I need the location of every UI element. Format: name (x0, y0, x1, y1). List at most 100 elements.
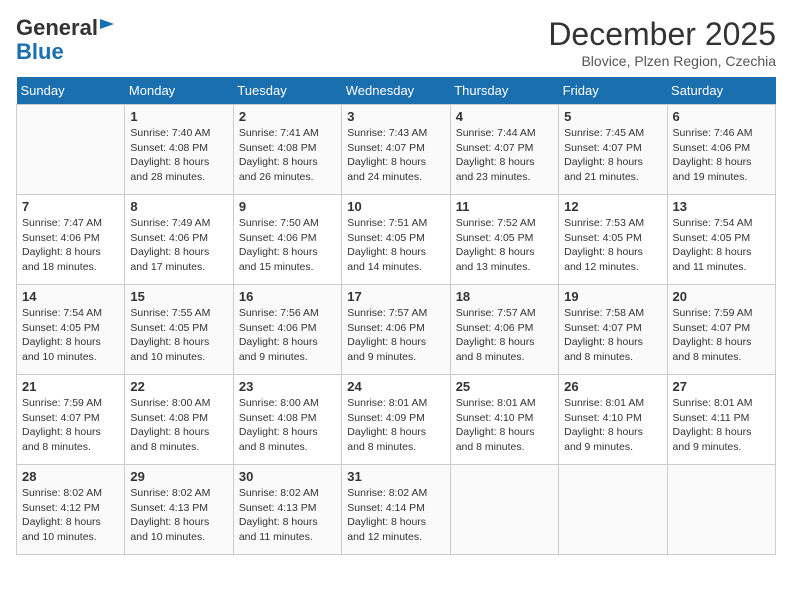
calendar-cell: 17 Sunrise: 7:57 AMSunset: 4:06 PMDayligh… (342, 285, 450, 375)
day-number: 14 (22, 289, 119, 304)
day-info: Sunrise: 8:00 AMSunset: 4:08 PMDaylight:… (130, 396, 227, 455)
day-number: 8 (130, 199, 227, 214)
day-number: 29 (130, 469, 227, 484)
calendar-cell: 12 Sunrise: 7:53 AMSunset: 4:05 PMDayligh… (559, 195, 667, 285)
title-section: December 2025 Blovice, Plzen Region, Cze… (548, 16, 776, 69)
weekday-header-monday: Monday (125, 77, 233, 105)
day-number: 7 (22, 199, 119, 214)
weekday-header-friday: Friday (559, 77, 667, 105)
calendar-cell: 3 Sunrise: 7:43 AMSunset: 4:07 PMDaylight… (342, 105, 450, 195)
week-row-1: 1Sunrise: 7:40 AMSunset: 4:08 PMDaylight… (17, 105, 776, 195)
day-info: Sunrise: 8:01 AMSunset: 4:10 PMDaylight:… (456, 396, 553, 455)
week-row-5: 28 Sunrise: 8:02 AMSunset: 4:12 PMDayligh… (17, 465, 776, 555)
day-info: Sunrise: 7:49 AMSunset: 4:06 PMDaylight:… (130, 216, 227, 275)
calendar-cell (559, 465, 667, 555)
day-number: 10 (347, 199, 444, 214)
day-info: Sunrise: 7:41 AMSunset: 4:08 PMDaylight:… (239, 126, 336, 185)
logo: General Blue (16, 16, 118, 64)
day-info: Sunrise: 7:43 AMSunset: 4:07 PMDaylight:… (347, 126, 444, 185)
weekday-header-thursday: Thursday (450, 77, 558, 105)
calendar-cell: 10Sunrise: 7:51 AMSunset: 4:05 PMDayligh… (342, 195, 450, 285)
day-number: 31 (347, 469, 444, 484)
day-info: Sunrise: 7:59 AMSunset: 4:07 PMDaylight:… (673, 306, 770, 365)
day-info: Sunrise: 7:40 AMSunset: 4:08 PMDaylight:… (130, 126, 227, 185)
day-info: Sunrise: 7:50 AMSunset: 4:06 PMDaylight:… (239, 216, 336, 275)
day-number: 26 (564, 379, 661, 394)
day-number: 17 (347, 289, 444, 304)
day-info: Sunrise: 8:00 AMSunset: 4:08 PMDaylight:… (239, 396, 336, 455)
day-info: Sunrise: 7:55 AMSunset: 4:05 PMDaylight:… (130, 306, 227, 365)
location: Blovice, Plzen Region, Czechia (548, 53, 776, 69)
week-row-2: 7 Sunrise: 7:47 AMSunset: 4:06 PMDaylight… (17, 195, 776, 285)
calendar-cell: 30 Sunrise: 8:02 AMSunset: 4:13 PMDayligh… (233, 465, 341, 555)
calendar-cell: 8 Sunrise: 7:49 AMSunset: 4:06 PMDaylight… (125, 195, 233, 285)
calendar-cell: 23 Sunrise: 8:00 AMSunset: 4:08 PMDayligh… (233, 375, 341, 465)
day-info: Sunrise: 7:45 AMSunset: 4:07 PMDaylight:… (564, 126, 661, 185)
day-info: Sunrise: 7:57 AMSunset: 4:06 PMDaylight:… (347, 306, 444, 365)
day-info: Sunrise: 8:02 AMSunset: 4:12 PMDaylight:… (22, 486, 119, 545)
day-info: Sunrise: 8:01 AMSunset: 4:09 PMDaylight:… (347, 396, 444, 455)
calendar-cell: 5 Sunrise: 7:45 AMSunset: 4:07 PMDaylight… (559, 105, 667, 195)
logo-blue-text: Blue (16, 40, 64, 64)
day-info: Sunrise: 8:02 AMSunset: 4:14 PMDaylight:… (347, 486, 444, 545)
calendar-cell: 31 Sunrise: 8:02 AMSunset: 4:14 PMDayligh… (342, 465, 450, 555)
day-info: Sunrise: 8:01 AMSunset: 4:10 PMDaylight:… (564, 396, 661, 455)
weekday-header-wednesday: Wednesday (342, 77, 450, 105)
day-number: 2 (239, 109, 336, 124)
day-number: 21 (22, 379, 119, 394)
day-info: Sunrise: 7:57 AMSunset: 4:06 PMDaylight:… (456, 306, 553, 365)
day-number: 22 (130, 379, 227, 394)
day-number: 30 (239, 469, 336, 484)
day-number: 16 (239, 289, 336, 304)
calendar-cell: 18Sunrise: 7:57 AMSunset: 4:06 PMDayligh… (450, 285, 558, 375)
day-info: Sunrise: 7:53 AMSunset: 4:05 PMDaylight:… (564, 216, 661, 275)
day-info: Sunrise: 8:02 AMSunset: 4:13 PMDaylight:… (239, 486, 336, 545)
day-number: 12 (564, 199, 661, 214)
calendar-cell: 9Sunrise: 7:50 AMSunset: 4:06 PMDaylight… (233, 195, 341, 285)
day-info: Sunrise: 7:58 AMSunset: 4:07 PMDaylight:… (564, 306, 661, 365)
day-number: 11 (456, 199, 553, 214)
day-info: Sunrise: 7:47 AMSunset: 4:06 PMDaylight:… (22, 216, 119, 275)
day-info: Sunrise: 7:44 AMSunset: 4:07 PMDaylight:… (456, 126, 553, 185)
logo-icon (100, 15, 118, 33)
weekday-header-tuesday: Tuesday (233, 77, 341, 105)
month-title: December 2025 (548, 16, 776, 53)
calendar-cell: 2 Sunrise: 7:41 AMSunset: 4:08 PMDaylight… (233, 105, 341, 195)
calendar-cell: 7 Sunrise: 7:47 AMSunset: 4:06 PMDaylight… (17, 195, 125, 285)
day-info: Sunrise: 7:56 AMSunset: 4:06 PMDaylight:… (239, 306, 336, 365)
calendar-cell: 6 Sunrise: 7:46 AMSunset: 4:06 PMDaylight… (667, 105, 775, 195)
day-number: 24 (347, 379, 444, 394)
weekday-header-sunday: Sunday (17, 77, 125, 105)
day-number: 20 (673, 289, 770, 304)
calendar-cell (450, 465, 558, 555)
weekday-header-saturday: Saturday (667, 77, 775, 105)
day-number: 15 (130, 289, 227, 304)
day-number: 23 (239, 379, 336, 394)
week-row-4: 21 Sunrise: 7:59 AMSunset: 4:07 PMDayligh… (17, 375, 776, 465)
day-info: Sunrise: 7:54 AMSunset: 4:05 PMDaylight:… (22, 306, 119, 365)
day-info: Sunrise: 7:52 AMSunset: 4:05 PMDaylight:… (456, 216, 553, 275)
calendar-cell: 25 Sunrise: 8:01 AMSunset: 4:10 PMDayligh… (450, 375, 558, 465)
calendar-table: SundayMondayTuesdayWednesdayThursdayFrid… (16, 77, 776, 555)
calendar-cell: 20 Sunrise: 7:59 AMSunset: 4:07 PMDayligh… (667, 285, 775, 375)
calendar-cell (17, 105, 125, 195)
day-number: 28 (22, 469, 119, 484)
logo-text: General (16, 16, 98, 40)
day-info: Sunrise: 7:54 AMSunset: 4:05 PMDaylight:… (673, 216, 770, 275)
calendar-cell: 26 Sunrise: 8:01 AMSunset: 4:10 PMDayligh… (559, 375, 667, 465)
day-info: Sunrise: 7:59 AMSunset: 4:07 PMDaylight:… (22, 396, 119, 455)
day-number: 13 (673, 199, 770, 214)
calendar-cell: 16 Sunrise: 7:56 AMSunset: 4:06 PMDayligh… (233, 285, 341, 375)
calendar-cell: 1Sunrise: 7:40 AMSunset: 4:08 PMDaylight… (125, 105, 233, 195)
calendar-cell: 11 Sunrise: 7:52 AMSunset: 4:05 PMDayligh… (450, 195, 558, 285)
calendar-cell: 28 Sunrise: 8:02 AMSunset: 4:12 PMDayligh… (17, 465, 125, 555)
day-number: 6 (673, 109, 770, 124)
page-header: General Blue December 2025 Blovice, Plze… (16, 16, 776, 69)
calendar-cell (667, 465, 775, 555)
day-info: Sunrise: 7:46 AMSunset: 4:06 PMDaylight:… (673, 126, 770, 185)
day-number: 3 (347, 109, 444, 124)
day-number: 25 (456, 379, 553, 394)
calendar-cell: 24 Sunrise: 8:01 AMSunset: 4:09 PMDayligh… (342, 375, 450, 465)
day-info: Sunrise: 8:02 AMSunset: 4:13 PMDaylight:… (130, 486, 227, 545)
day-number: 5 (564, 109, 661, 124)
